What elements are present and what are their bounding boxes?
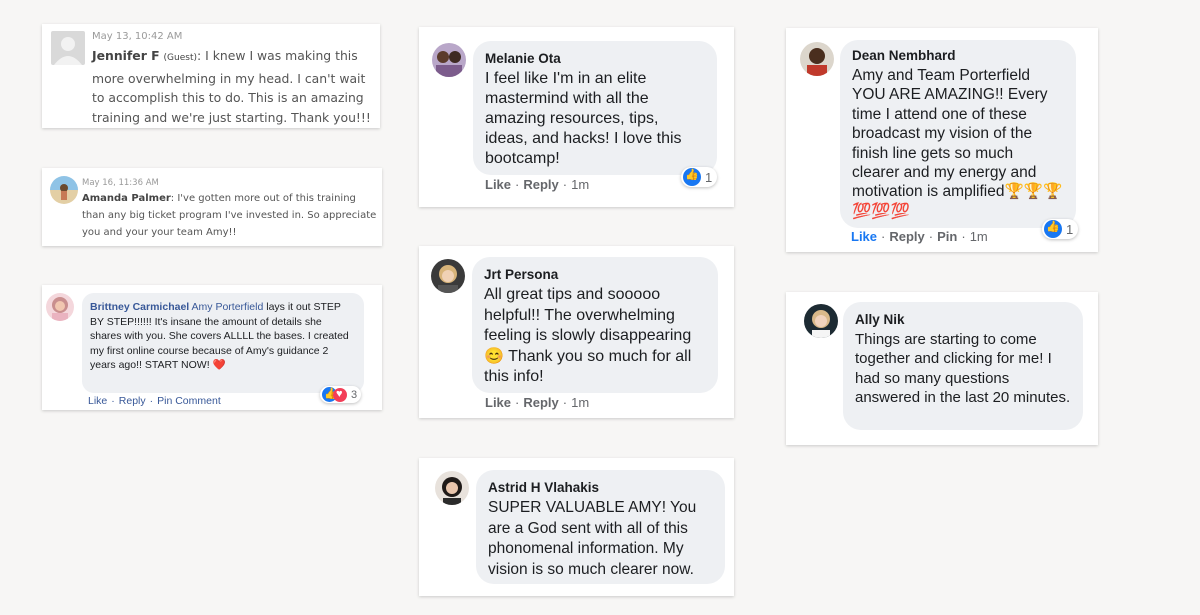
reply-link[interactable]: Reply xyxy=(119,395,146,407)
reply-link[interactable]: Reply xyxy=(523,177,558,192)
comment-time: 1m xyxy=(969,229,988,244)
comment-actions: Like · Reply · 1m xyxy=(485,177,590,192)
reaction-count[interactable]: 1 xyxy=(1042,219,1079,239)
comment-actions: Like · Reply · 1m xyxy=(485,395,590,410)
pin-link[interactable]: Pin xyxy=(937,229,957,244)
commenter-name[interactable]: Ally Nik xyxy=(855,311,1071,329)
comment-bubble: Brittney Carmichael Amy Porterfield lays… xyxy=(82,293,364,393)
avatar xyxy=(431,259,465,293)
comment-bubble: Jrt Persona All great tips and sooooo he… xyxy=(472,257,718,393)
mention-link[interactable]: Amy Porterfield xyxy=(192,301,264,313)
like-link[interactable]: Like xyxy=(485,177,511,192)
comment-bubble: Astrid H Vlahakis SUPER VALUABLE AMY! Yo… xyxy=(476,470,725,584)
like-link[interactable]: Like xyxy=(88,395,107,407)
commenter-name[interactable]: Dean Nembhard xyxy=(852,47,1064,65)
woman-portrait xyxy=(431,259,465,293)
reply-link[interactable]: Reply xyxy=(889,229,924,244)
like-reaction-icon xyxy=(1044,220,1062,238)
pin-comment-link[interactable]: Pin Comment xyxy=(157,395,221,407)
avatar xyxy=(804,304,838,338)
comment-card-jennifer: May 13, 10:42 AM Jennifer F (Guest): I k… xyxy=(42,24,380,128)
comment-card-astrid: Astrid H Vlahakis SUPER VALUABLE AMY! Yo… xyxy=(419,458,734,596)
avatar xyxy=(432,43,466,77)
avatar xyxy=(46,293,74,321)
comment-actions: Like · Reply · Pin Comment xyxy=(88,395,221,407)
commenter-name: Jennifer F xyxy=(92,48,160,63)
comment-text: All great tips and sooooo helpful!! The … xyxy=(484,286,692,385)
commenter-name[interactable]: Astrid H Vlahakis xyxy=(488,479,713,497)
reaction-count[interactable]: 1 xyxy=(681,167,718,187)
comment-card-brittney: Brittney Carmichael Amy Porterfield lays… xyxy=(42,285,382,410)
comment-card-amanda: May 16, 11:36 AM Amanda Palmer: I've got… xyxy=(42,168,382,246)
avatar xyxy=(435,471,469,505)
reply-link[interactable]: Reply xyxy=(523,395,558,410)
reaction-number: 1 xyxy=(705,169,713,185)
commenter-name[interactable]: Jrt Persona xyxy=(484,266,706,284)
comment-text: SUPER VALUABLE AMY! You are a God sent w… xyxy=(488,499,697,578)
comment-card-jrt: Jrt Persona All great tips and sooooo he… xyxy=(419,246,734,418)
guest-tag: (Guest) xyxy=(163,53,198,63)
commenter-name[interactable]: Brittney Carmichael xyxy=(90,301,189,313)
comment-text: Amy and Team Porterfield YOU ARE AMAZING… xyxy=(852,67,1063,220)
comment-bubble: Melanie Ota I feel like I'm in an elite … xyxy=(473,41,717,175)
comment-text: I feel like I'm in an elite mastermind w… xyxy=(485,70,682,167)
comment-card-ally: Ally Nik Things are starting to come tog… xyxy=(786,292,1098,445)
comment-body: Amanda Palmer: I've gotten more out of t… xyxy=(82,190,378,241)
comment-body: Jennifer F (Guest): I knew I was making … xyxy=(92,46,374,127)
woman-portrait xyxy=(435,471,469,505)
comment-card-melanie: Melanie Ota I feel like I'm in an elite … xyxy=(419,27,734,207)
comment-actions: Like · Reply · Pin · 1m xyxy=(851,229,988,244)
like-reaction-icon xyxy=(683,168,701,186)
reaction-number: 1 xyxy=(1066,221,1074,237)
woman-portrait xyxy=(804,304,838,338)
commenter-name[interactable]: Melanie Ota xyxy=(485,50,705,68)
reaction-count[interactable]: 3 xyxy=(320,386,362,403)
love-reaction-icon xyxy=(333,387,347,402)
comment-time: 1m xyxy=(571,395,590,410)
comment-bubble: Dean Nembhard Amy and Team Porterfield Y… xyxy=(840,40,1076,228)
reaction-number: 3 xyxy=(351,388,358,401)
commenter-name: Amanda Palmer xyxy=(82,193,171,204)
comment-text: Things are starting to come together and… xyxy=(855,331,1071,407)
woman-portrait xyxy=(46,293,74,321)
avatar xyxy=(50,176,78,204)
avatar xyxy=(800,42,834,76)
comment-timestamp: May 16, 11:36 AM xyxy=(82,178,159,188)
comment-card-dean: Dean Nembhard Amy and Team Porterfield Y… xyxy=(786,28,1098,252)
avatar xyxy=(51,31,85,65)
like-link[interactable]: Like xyxy=(851,229,877,244)
beach-photo xyxy=(50,176,78,204)
comment-bubble: Ally Nik Things are starting to come tog… xyxy=(843,302,1083,430)
like-link[interactable]: Like xyxy=(485,395,511,410)
comment-timestamp: May 13, 10:42 AM xyxy=(92,31,183,42)
couple-photo xyxy=(432,43,466,77)
comment-time: 1m xyxy=(571,177,590,192)
man-portrait xyxy=(800,42,834,76)
default-user-icon xyxy=(54,37,82,65)
